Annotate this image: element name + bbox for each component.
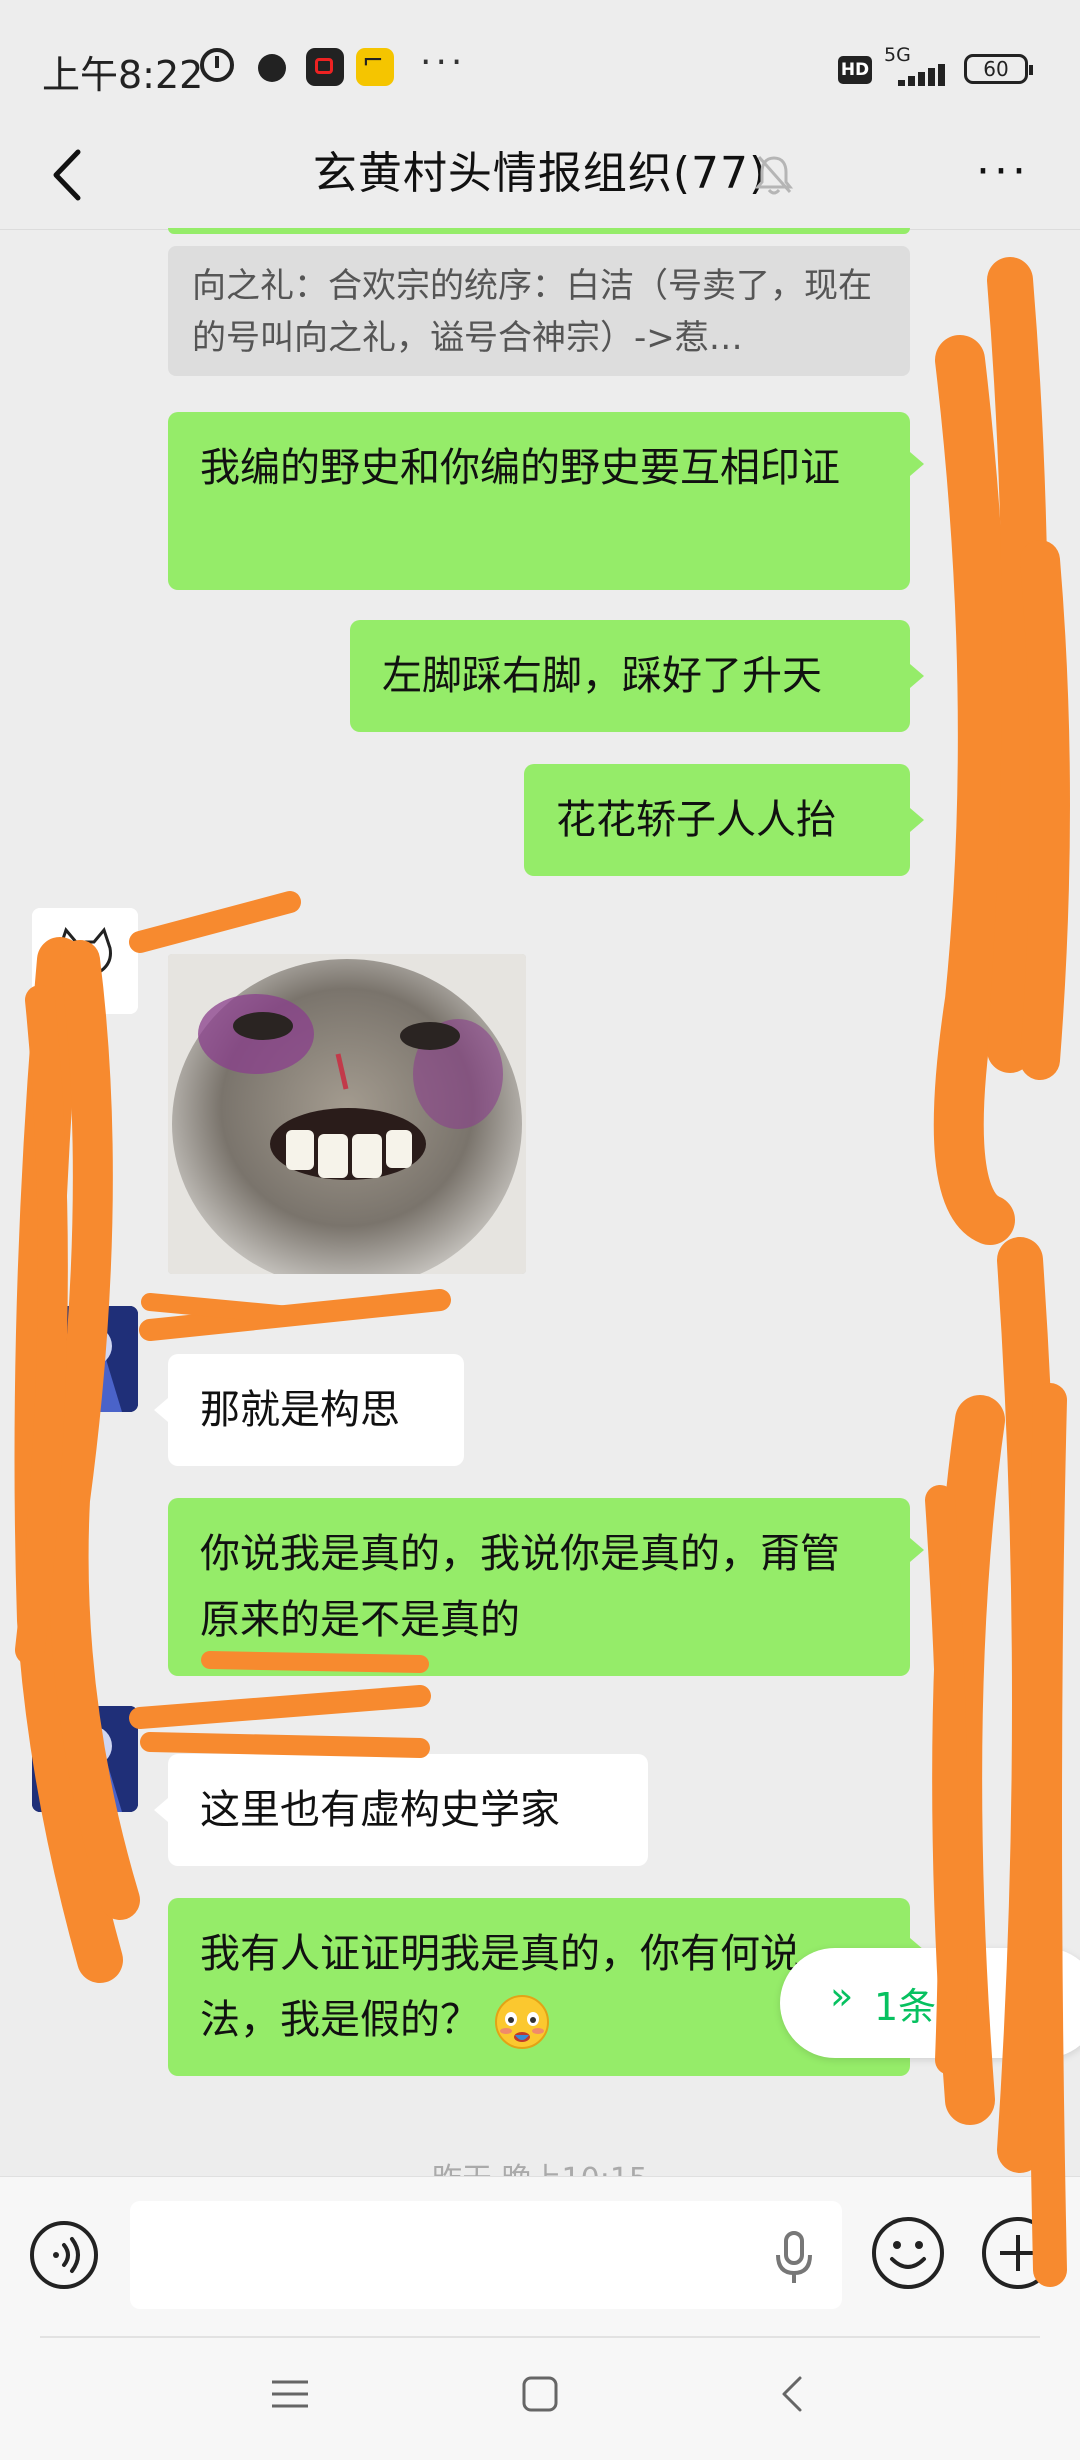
nav-back-icon[interactable] — [772, 2374, 812, 2414]
message-bubble-own[interactable]: 花花轿子人人抬 — [524, 764, 910, 876]
more-menu-icon[interactable]: ··· — [976, 146, 1030, 197]
signal-icon — [884, 64, 948, 86]
previous-bubble-edge — [168, 228, 910, 234]
network-type: 5G — [884, 44, 911, 66]
quoted-message[interactable]: 向之礼：合欢宗的统序：白洁（号卖了，现在的号叫向之礼，谥号合神宗）->惹… — [168, 246, 910, 376]
recorder-app-icon — [306, 48, 344, 86]
avatar[interactable] — [32, 908, 138, 1014]
anime-avatar-icon — [32, 1306, 138, 1412]
message-bubble-own[interactable]: 你说我是真的，我说你是真的，甭管原来的是不是真的 — [168, 1498, 910, 1676]
bubble-tail — [154, 1798, 168, 1822]
battery-icon: 60 — [964, 54, 1033, 84]
chat-title: 玄黄村头情报组织(77) — [312, 148, 768, 199]
flushed-face-emoji-icon — [494, 1995, 549, 2049]
double-chevron-down-icon: » — [830, 1974, 854, 2018]
bubble-tail — [154, 1398, 168, 1422]
status-time: 上午8:22 — [42, 53, 204, 97]
input-bar — [0, 2176, 1080, 2337]
nav-divider — [40, 2336, 1040, 2338]
bubble-tail — [910, 664, 924, 688]
sticker-image[interactable] — [168, 954, 526, 1274]
status-bar: 上午8:22 ··· HD 5G 60 — [0, 0, 1080, 135]
bubble-tail — [910, 1538, 924, 1562]
chat-header: 玄黄村头情报组织(77) ··· — [0, 120, 1080, 230]
system-nav-bar — [0, 2336, 1080, 2460]
plus-icon[interactable] — [980, 2215, 1056, 2291]
message-bubble-own[interactable]: 我编的野史和你编的野史要互相印证 — [168, 412, 910, 590]
avatar[interactable] — [32, 1306, 138, 1412]
message-bubble-own[interactable]: 左脚踩右脚，踩好了升天 — [350, 620, 910, 732]
bubble-tail — [910, 452, 924, 476]
more-notifications-icon: ··· — [420, 42, 467, 83]
new-messages-label: 1条新 — [874, 1985, 975, 2029]
anime-avatar-icon — [32, 1706, 138, 1812]
hamster-sticker-icon — [168, 954, 526, 1274]
voice-icon[interactable] — [28, 2219, 100, 2291]
mic-icon[interactable] — [772, 2229, 816, 2287]
notification-app-icon — [258, 54, 286, 82]
message-bubble-other[interactable]: 这里也有虚构史学家 — [168, 1754, 648, 1866]
cat-doodle-avatar-icon — [32, 908, 138, 1014]
message-bubble-other[interactable]: 那就是构思 — [168, 1354, 464, 1466]
new-messages-pill[interactable]: » 1条新 — [780, 1948, 1080, 2058]
emoji-icon[interactable] — [870, 2215, 946, 2291]
game-app-icon — [356, 46, 394, 86]
message-input[interactable] — [130, 2201, 842, 2309]
avatar[interactable] — [32, 1706, 138, 1812]
battery-level: 60 — [983, 57, 1009, 81]
mute-bell-icon — [754, 156, 794, 195]
alarm-icon — [200, 48, 234, 82]
hd-icon: HD — [838, 56, 872, 84]
bubble-tail — [910, 808, 924, 832]
home-icon[interactable] — [520, 2374, 560, 2414]
recent-apps-icon[interactable] — [270, 2374, 310, 2414]
